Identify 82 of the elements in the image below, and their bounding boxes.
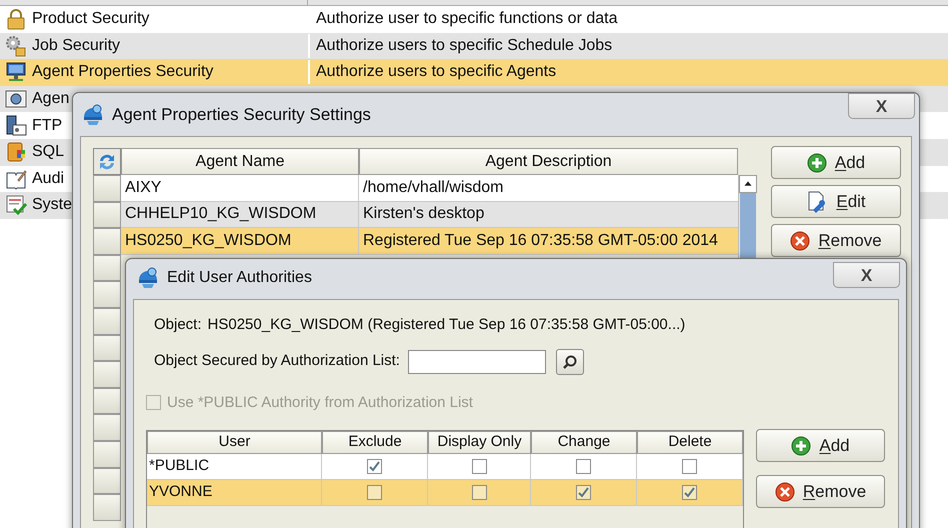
refresh-button[interactable] [93, 148, 121, 175]
agent-description: Kirsten's desktop [362, 204, 486, 224]
security-name: Audi [32, 170, 64, 187]
search-icon [562, 354, 578, 370]
agent-name: AIXY [121, 175, 359, 201]
database-icon [5, 141, 27, 164]
checkbox[interactable] [367, 485, 382, 500]
dialog-title: Edit User Authorities [167, 268, 312, 288]
row-header[interactable] [93, 308, 121, 335]
checkbox[interactable] [576, 485, 591, 500]
authorization-list-label: Object Secured by Authorization List: [154, 351, 400, 372]
agent-row[interactable]: CHHELP10_KG_WISDOM Kirsten's desktop [121, 202, 738, 228]
security-description: Authorize users to specific Agents [308, 60, 556, 84]
search-button[interactable] [556, 348, 584, 374]
security-description: Authorize user to specific functions or data [308, 7, 618, 32]
checkbox[interactable] [472, 459, 486, 474]
row-header[interactable] [93, 361, 121, 388]
remove-button[interactable]: Remove [756, 475, 885, 508]
row-header[interactable] [93, 254, 121, 282]
add-button[interactable]: Add [756, 429, 885, 462]
security-name: FTP [32, 116, 62, 134]
checkbox-label: Use *PUBLIC Authority from Authorization List [167, 392, 473, 412]
security-name: Agent Properties Security [32, 63, 214, 80]
helmet-icon [136, 266, 160, 290]
checkbox[interactable] [472, 485, 486, 500]
monitor-icon [5, 61, 27, 84]
helmet-icon [81, 102, 105, 127]
column-header[interactable]: Agent Description [359, 148, 738, 175]
remove-icon [774, 482, 795, 502]
column-header[interactable]: Change [531, 431, 637, 454]
padlock-icon [5, 8, 27, 30]
row-header[interactable] [93, 281, 121, 308]
plus-icon [806, 152, 827, 172]
checkbox[interactable] [682, 485, 697, 500]
agent-description: /home/vhall/wisdom [362, 178, 504, 198]
object-value: HS0250_KG_WISDOM (Registered Tue Sep 16 07:35:58 GMT-05:00...) [208, 315, 686, 335]
user-name: *PUBLIC [147, 454, 322, 479]
plus-icon [791, 436, 812, 456]
column-header[interactable]: User [147, 431, 322, 454]
gears-icon [5, 34, 27, 57]
security-name: Product Security [32, 10, 150, 28]
row-header[interactable] [93, 202, 121, 228]
object-label: Object: [154, 315, 202, 335]
row-header[interactable] [93, 228, 121, 255]
row-header[interactable] [93, 440, 121, 468]
row-header[interactable] [93, 334, 121, 362]
checkbox[interactable] [367, 459, 382, 474]
agent-description: Registered Tue Sep 16 07:35:58 GMT-05:00 2014 [362, 230, 719, 251]
column-header[interactable]: Display Only [428, 431, 531, 454]
security-name: Job Security [32, 36, 120, 54]
authorization-list-field[interactable] [408, 350, 546, 374]
row-header[interactable] [93, 468, 121, 494]
agent-row[interactable]: HS0250_KG_WISDOM Registered Tue Sep 16 07:35:58 GMT-05:00 2014 [121, 228, 738, 255]
column-header[interactable]: Exclude [322, 431, 428, 454]
checkbox[interactable] [576, 459, 591, 474]
agent-name: CHHELP10_KG_WISDOM [121, 202, 359, 228]
row-header[interactable] [93, 414, 121, 441]
security-name: Agen [32, 90, 70, 108]
agent-row[interactable]: AIXY /home/vhall/wisdom [121, 175, 738, 202]
dialog-title: Agent Properties Security Settings [112, 104, 371, 126]
column-header[interactable]: Agent Name [121, 148, 359, 175]
add-button[interactable]: Add [771, 146, 901, 179]
close-button[interactable]: X [848, 93, 915, 119]
close-button[interactable]: X [833, 262, 900, 288]
scroll-up-icon[interactable] [739, 175, 757, 193]
user-row[interactable]: *PUBLIC [147, 454, 743, 480]
security-name: Syste [32, 196, 72, 214]
checkbox[interactable] [682, 459, 697, 474]
user-row[interactable]: YVONNE [147, 480, 743, 506]
agent-name: HS0250_KG_WISDOM [121, 228, 359, 254]
column-header[interactable]: Delete [637, 431, 743, 454]
list-row[interactable]: Job Security Authorize users to specific Schedule Jobs [0, 32, 948, 60]
edit-button[interactable]: Edit [771, 185, 901, 218]
row-header[interactable] [93, 494, 121, 521]
security-name: SQL [32, 143, 64, 160]
checklist-icon [5, 194, 27, 216]
list-row[interactable]: Agent Properties Security Authorize users to specific Agents [0, 59, 948, 86]
row-header[interactable] [93, 388, 121, 414]
remove-button[interactable]: Remove [771, 224, 901, 257]
row-header[interactable] [93, 175, 121, 202]
user-name: YVONNE [147, 480, 322, 505]
remove-icon [790, 230, 810, 250]
